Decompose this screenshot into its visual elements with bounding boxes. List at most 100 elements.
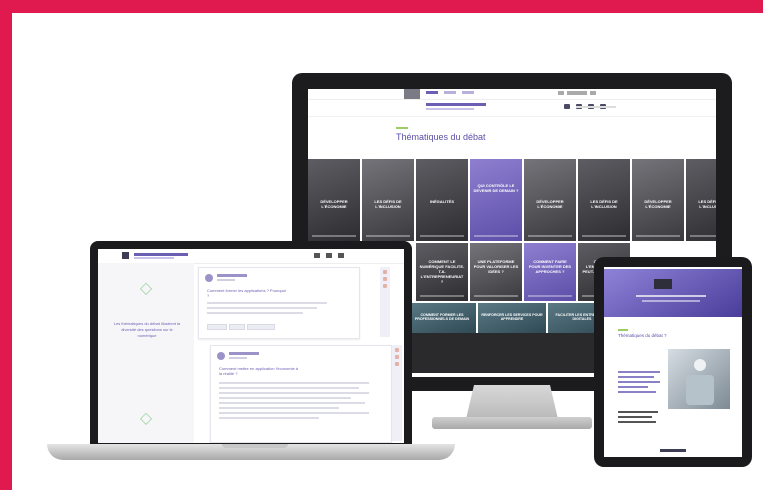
desktop-title-area: Thématiques du débat [308,117,716,153]
post-tag[interactable] [247,324,275,330]
tile-label: LES DÉFIS DE L'INCLUSION [374,199,402,209]
nav-item[interactable] [444,91,456,94]
user-icon[interactable] [558,91,564,95]
desktop-sub-bar [308,100,716,117]
desktop-top-nav [426,91,474,94]
tablet-device: Thématiques du débat ? [594,257,752,467]
theme-tile[interactable]: LES DÉFIS DE L'INCLUSION [578,159,630,241]
tablet-hero [604,269,742,317]
laptop-brand[interactable] [134,253,188,256]
desktop-progress-slider[interactable] [576,106,616,108]
laptop-toolbar [314,253,344,258]
tile-label: COMMENT FORMER LES PROFESSIONNELS DE DEM… [414,313,470,322]
tile-meta [528,235,572,237]
tile-meta [420,235,464,237]
tile-label: RENFORCER LES SERVICES POUR APPRENDRE [481,313,543,322]
tile-meta [420,295,464,297]
theme-tile[interactable]: DÉVELOPPER L'ÉCONOMIE [524,159,576,241]
search-icon[interactable] [338,253,344,258]
tile-label: LES DÉFIS DE L'INCLUSION [590,199,618,209]
text-line [219,412,369,414]
desktop-user-menu[interactable] [558,91,596,95]
tile-meta [366,235,410,237]
tile-meta [528,295,572,297]
post-tag[interactable] [207,324,227,330]
post-action-bar[interactable] [380,267,390,337]
tablet-logo[interactable] [654,279,672,289]
laptop-thread: Comment former les applications ? Pourqu… [196,263,402,443]
tile-meta [474,295,518,297]
thread-reply[interactable]: Comment mettre en application l'économie… [210,345,392,443]
theme-tile[interactable]: RENFORCER LES SERVICES POUR APPRENDRE [478,303,546,333]
reply-action-bar[interactable] [392,345,402,441]
text-line [618,386,648,388]
text-line [618,391,656,393]
monitor-stand [466,385,558,419]
desktop-logo-block [404,89,420,99]
tile-label: COMMENT LE NUMÉRIQUE FACILITE-T-IL L'ENT… [419,259,465,284]
robot-image [668,349,730,409]
text-line [618,421,656,423]
tablet-kicker [618,329,628,331]
laptop-logo[interactable] [122,252,129,259]
text-line [618,371,660,373]
desktop-brand[interactable] [426,103,486,106]
tile-label: INÉGALITÉS [429,199,454,204]
tablet-footer-logo [660,449,686,452]
text-line [219,397,351,399]
diamond-icon: ◇ [139,280,153,297]
laptop-device: ◇ Les thématiques du débat illustrent la… [90,241,412,447]
theme-tile[interactable]: UNE PLATEFORME POUR VALORISER LES IDÉES … [470,243,522,301]
laptop-brand-subtitle [134,257,174,259]
reaction-icon[interactable] [395,362,399,366]
theme-tile[interactable]: COMMENT FORMER LES PROFESSIONNELS DE DEM… [408,303,476,333]
page-title: Thématiques du débat [396,132,486,142]
theme-tile-active[interactable]: COMMENT FAIRE POUR INVENTER DES APPROCHE… [524,243,576,301]
theme-tile[interactable]: LES DÉFIS DE L'INCLUSION [686,159,716,241]
post-date [229,357,247,359]
author-name [217,274,247,277]
reaction-icon[interactable] [383,284,387,288]
author-name [229,352,259,355]
laptop-screen: ◇ Les thématiques du débat illustrent la… [98,249,404,443]
text-line [219,387,359,389]
text-line [219,407,339,409]
text-line [207,302,327,304]
tablet-section-title: Thématiques du débat ? [618,333,667,338]
theme-tile[interactable]: COMMENT LE NUMÉRIQUE FACILITE-T-IL L'ENT… [416,243,468,301]
language-icon[interactable] [590,91,596,95]
nav-item[interactable] [462,91,474,94]
tile-meta [312,235,356,237]
theme-tile-active[interactable]: QUI CONTRÔLE LE DEVENIR DE DEMAIN ? [470,159,522,241]
reaction-icon[interactable] [395,355,399,359]
theme-tile[interactable]: INÉGALITÉS [416,159,468,241]
theme-tile[interactable]: LES DÉFIS DE L'INCLUSION [362,159,414,241]
reaction-icon[interactable] [395,348,399,352]
canvas: Thématiques du débat DÉVELOPPER L'ÉCONOM… [12,13,763,490]
text-line [219,402,365,404]
nav-item[interactable] [426,91,438,94]
tile-meta [582,235,626,237]
avatar [217,352,225,360]
laptop-top-bar [98,249,404,264]
tile-label: UNE PLATEFORME POUR VALORISER LES IDÉES … [473,259,519,274]
post-tag[interactable] [229,324,245,330]
text-line [219,392,369,394]
theme-tile[interactable]: DÉVELOPPER L'ÉCONOMIE [632,159,684,241]
tile-meta [690,235,716,237]
user-name-placeholder [567,91,587,95]
desktop-brand-subtitle [426,108,474,110]
bookmark-icon[interactable] [314,253,320,258]
share-icon[interactable] [326,253,332,258]
reaction-icon[interactable] [383,270,387,274]
post-title: Comment former les applications ? Pourqu… [207,288,286,298]
reaction-icon[interactable] [383,277,387,281]
tile-label: LES DÉFIS DE L'INCLUSION [698,199,716,209]
bookmark-icon[interactable] [564,104,570,109]
text-line [618,376,654,378]
text-line [207,307,317,309]
tile-row-1: DÉVELOPPER L'ÉCONOMIE LES DÉFIS DE L'INC… [308,159,716,241]
theme-tile[interactable]: DÉVELOPPER L'ÉCONOMIE [308,159,360,241]
thread-post[interactable]: Comment former les applications ? Pourqu… [198,267,360,339]
laptop-notch [222,444,288,448]
